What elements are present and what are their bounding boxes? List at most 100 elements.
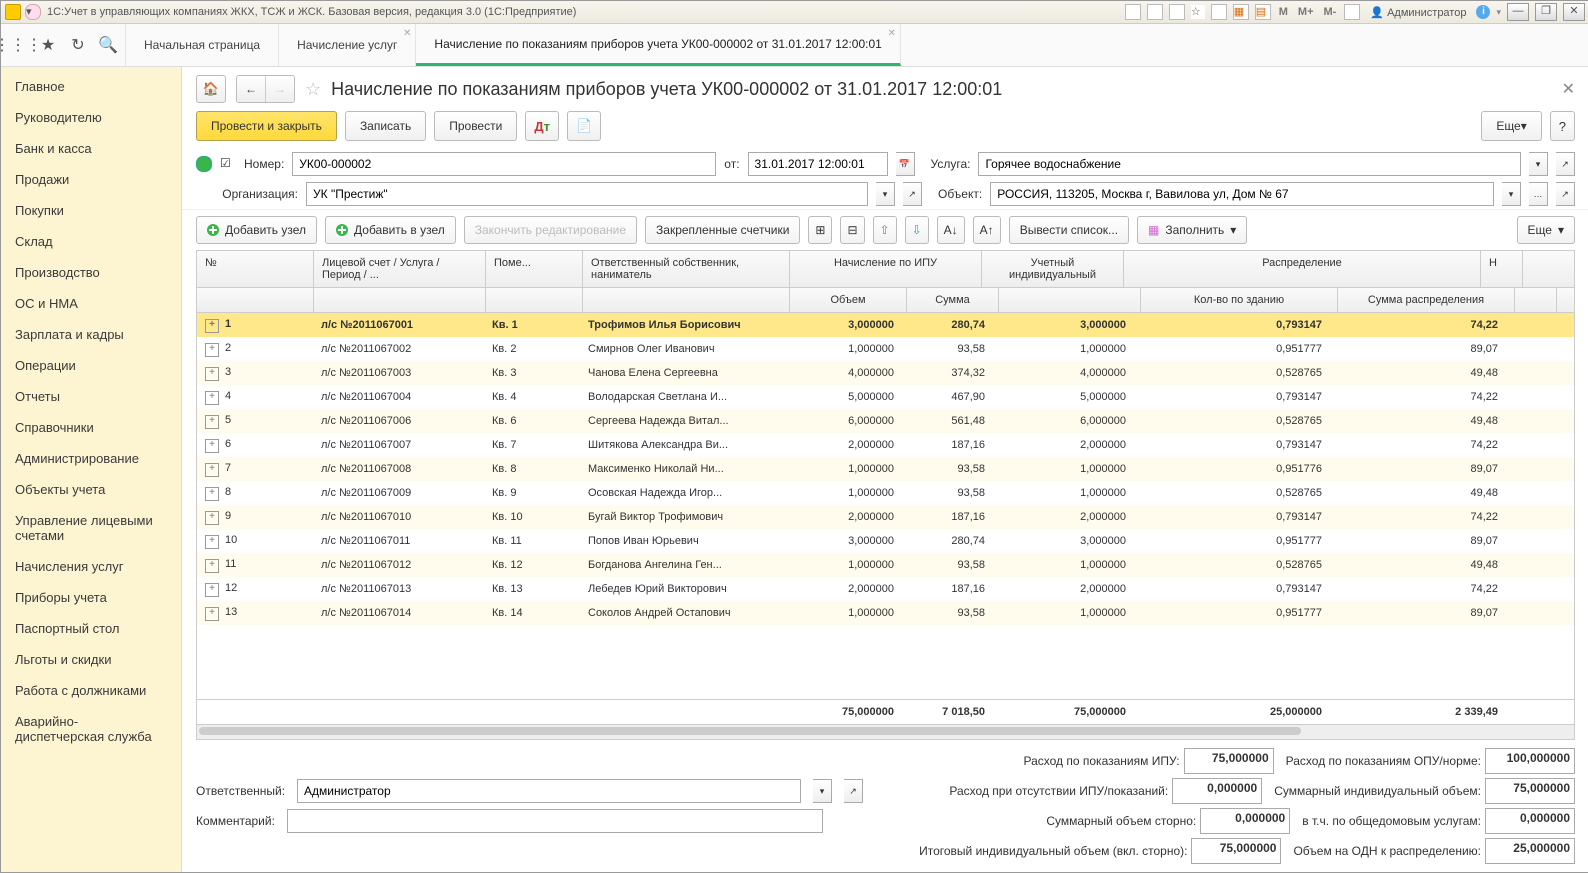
sidebar-item[interactable]: Паспортный стол: [1, 613, 181, 644]
sidebar-item[interactable]: Банк и касса: [1, 133, 181, 164]
tab[interactable]: Начальная страница: [126, 24, 279, 66]
sidebar-item[interactable]: Аварийно-диспетчерская служба: [1, 706, 181, 752]
toolbar-icon[interactable]: [1169, 4, 1185, 20]
sidebar-item[interactable]: Управление лицевыми счетами: [1, 505, 181, 551]
comment-field[interactable]: [287, 809, 823, 833]
expand-icon[interactable]: +: [205, 415, 219, 429]
dropdown-icon[interactable]: ▾: [1529, 152, 1548, 176]
col-individual[interactable]: Учетный индивидуальный: [982, 251, 1124, 287]
expand-icon[interactable]: +: [205, 607, 219, 621]
expand-icon[interactable]: +: [205, 583, 219, 597]
col-flat[interactable]: Поме...: [486, 251, 583, 287]
table-row[interactable]: +6л/с №2011067007Кв. 7Шитякова Александр…: [197, 433, 1574, 457]
open-ref-icon[interactable]: ↗: [903, 182, 922, 206]
table-row[interactable]: +7л/с №2011067008Кв. 8Максименко Николай…: [197, 457, 1574, 481]
service-field[interactable]: [978, 152, 1521, 176]
star-icon[interactable]: ★: [39, 36, 57, 54]
add-in-node-button[interactable]: Добавить в узел: [325, 216, 456, 244]
m-button[interactable]: M: [1277, 6, 1290, 18]
search-icon[interactable]: 🔍: [99, 36, 117, 54]
sort-desc-button[interactable]: A↑: [973, 216, 1001, 244]
fixed-meters-button[interactable]: Закрепленные счетчики: [645, 216, 800, 244]
sidebar-item[interactable]: Производство: [1, 257, 181, 288]
app-menu-icon[interactable]: ▾: [25, 4, 41, 20]
table-row[interactable]: +5л/с №2011067006Кв. 6Сергеева Надежда В…: [197, 409, 1574, 433]
h-scrollbar[interactable]: [196, 725, 1575, 740]
dropdown-icon[interactable]: ▾: [813, 779, 832, 803]
minimize-button[interactable]: —: [1507, 3, 1529, 21]
user-label[interactable]: 👤 Администратор: [1366, 6, 1470, 19]
table-row[interactable]: +8л/с №2011067009Кв. 9Осовская Надежда И…: [197, 481, 1574, 505]
sidebar-item[interactable]: Руководителю: [1, 102, 181, 133]
col-dist-sum[interactable]: Сумма распределения: [1338, 288, 1515, 312]
sort-asc-button[interactable]: A↓: [937, 216, 965, 244]
fill-button[interactable]: ▦Заполнить ▾: [1137, 216, 1247, 244]
post-button[interactable]: Провести: [434, 111, 517, 141]
calendar-icon[interactable]: 📅: [896, 152, 915, 176]
m-minus-button[interactable]: M-: [1322, 6, 1339, 18]
expand-icon[interactable]: +: [205, 367, 219, 381]
expand-rows-button[interactable]: ⊞: [808, 216, 832, 244]
org-field[interactable]: [306, 182, 868, 206]
report-button[interactable]: 📄: [567, 111, 601, 141]
sidebar-item[interactable]: Отчеты: [1, 381, 181, 412]
open-ref-icon[interactable]: ↗: [844, 779, 863, 803]
expand-icon[interactable]: +: [205, 487, 219, 501]
table-row[interactable]: +2л/с №2011067002Кв. 2Смирнов Олег Ивано…: [197, 337, 1574, 361]
tab[interactable]: Начисление по показаниям приборов учета …: [416, 24, 900, 66]
table-row[interactable]: +9л/с №2011067010Кв. 10Бугай Виктор Троф…: [197, 505, 1574, 529]
date-field[interactable]: [748, 152, 888, 176]
object-field[interactable]: [990, 182, 1494, 206]
toolbar-icon[interactable]: [1125, 4, 1141, 20]
dropdown-icon[interactable]: ▾: [1502, 182, 1521, 206]
ellipsis-icon[interactable]: …: [1529, 182, 1548, 206]
sidebar-item[interactable]: Операции: [1, 350, 181, 381]
number-field[interactable]: [292, 152, 716, 176]
expand-icon[interactable]: +: [205, 391, 219, 405]
col-h[interactable]: Н: [1481, 251, 1523, 287]
table-body[interactable]: +1л/с №2011067001Кв. 1Трофимов Илья Бори…: [196, 313, 1575, 700]
table-row[interactable]: +1л/с №2011067001Кв. 1Трофимов Илья Бори…: [197, 313, 1574, 337]
toolbar-icon[interactable]: [1344, 4, 1360, 20]
table-row[interactable]: +4л/с №2011067004Кв. 4Володарская Светла…: [197, 385, 1574, 409]
table-row[interactable]: +3л/с №2011067003Кв. 3Чанова Елена Серге…: [197, 361, 1574, 385]
col-sum[interactable]: Сумма: [907, 288, 999, 312]
col-qty[interactable]: Кол-во по зданию: [1141, 288, 1338, 312]
apps-icon[interactable]: ⋮⋮⋮: [9, 36, 27, 54]
close-button[interactable]: ✕: [1563, 3, 1585, 21]
history-icon[interactable]: ↻: [69, 36, 87, 54]
calc-icon[interactable]: ▤: [1255, 4, 1271, 20]
home-button[interactable]: 🏠: [196, 75, 226, 103]
open-ref-icon[interactable]: ↗: [1556, 152, 1575, 176]
add-node-button[interactable]: Добавить узел: [196, 216, 317, 244]
table-row[interactable]: +12л/с №2011067013Кв. 13Лебедев Юрий Вик…: [197, 577, 1574, 601]
table-row[interactable]: +11л/с №2011067012Кв. 12Богданова Ангели…: [197, 553, 1574, 577]
move-down-button[interactable]: ⇩: [905, 216, 929, 244]
col-owner[interactable]: Ответственный собственник, наниматель: [583, 251, 790, 287]
move-up-button[interactable]: ⇧: [873, 216, 897, 244]
expand-icon[interactable]: +: [205, 559, 219, 573]
info-drop-icon[interactable]: ▾: [1496, 7, 1501, 18]
sidebar-item[interactable]: ОС и НМА: [1, 288, 181, 319]
expand-icon[interactable]: +: [205, 439, 219, 453]
forward-button[interactable]: →: [266, 76, 294, 102]
favorites-icon[interactable]: ☆: [1191, 5, 1205, 19]
movements-button[interactable]: Дт: [525, 111, 559, 141]
sidebar-item[interactable]: Справочники: [1, 412, 181, 443]
more-button[interactable]: Еще ▾: [1481, 111, 1541, 141]
maximize-button[interactable]: ❐: [1535, 3, 1557, 21]
expand-icon[interactable]: +: [205, 319, 219, 333]
sidebar-item[interactable]: Склад: [1, 226, 181, 257]
col-volume[interactable]: Объем: [790, 288, 907, 312]
sidebar-item[interactable]: Работа с должниками: [1, 675, 181, 706]
collapse-rows-button[interactable]: ⊟: [840, 216, 864, 244]
tab-close-icon[interactable]: ✕: [403, 28, 411, 39]
sidebar-item[interactable]: Льготы и скидки: [1, 644, 181, 675]
post-close-button[interactable]: Провести и закрыть: [196, 111, 337, 141]
write-button[interactable]: Записать: [345, 111, 426, 141]
back-button[interactable]: ←: [237, 76, 266, 102]
expand-icon[interactable]: +: [205, 463, 219, 477]
dropdown-icon[interactable]: ▾: [876, 182, 895, 206]
table-row[interactable]: +13л/с №2011067014Кв. 14Соколов Андрей О…: [197, 601, 1574, 625]
col-no[interactable]: №: [197, 251, 314, 287]
